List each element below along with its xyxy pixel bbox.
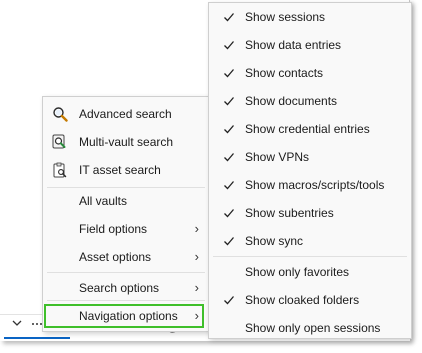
menu-item-show-sessions[interactable]: Show sessions [209, 3, 411, 31]
menu-item-label: Show credential entries [245, 122, 370, 136]
menu-item-search-options[interactable]: Search options › [43, 274, 209, 302]
menu-item-asset-options[interactable]: Asset options › [43, 243, 209, 271]
menu-item-field-options[interactable]: Field options › [43, 215, 209, 243]
menu-item-label: Show sync [245, 234, 304, 248]
multi-vault-search-icon [52, 134, 68, 150]
menu-item-show-only-open-sessions[interactable]: Show only open sessions [209, 314, 411, 342]
magnifier-icon [52, 106, 68, 122]
menu-item-label: Show data entries [245, 38, 342, 52]
menu-separator [213, 256, 407, 257]
menu-item-show-documents[interactable]: Show documents [209, 87, 411, 115]
menu-item-advanced-search[interactable]: Advanced search [43, 100, 209, 128]
menu-item-label: Show subentries [245, 206, 334, 220]
menu-item-label: Show cloaked folders [245, 293, 360, 307]
menu-item-label: Show only open sessions [245, 321, 381, 335]
menu-item-label: Asset options [79, 250, 152, 264]
menu-item-label: Navigation options [79, 309, 178, 323]
menu-item-label: Show contacts [245, 66, 324, 80]
menu-item-show-only-favorites[interactable]: Show only favorites [209, 258, 411, 286]
submenu-arrow-icon: › [194, 280, 199, 295]
menu-item-show-vpns[interactable]: Show VPNs [209, 143, 411, 171]
checkmark-icon [223, 95, 235, 107]
menu-item-label: Show only favorites [245, 265, 350, 279]
menu-item-label: Field options [79, 222, 148, 236]
menu-item-label: Show macros/scripts/tools [245, 178, 385, 192]
menu-item-label: Search options [79, 281, 160, 295]
submenu-arrow-icon: › [194, 249, 199, 264]
menu-item-multi-vault-search[interactable]: Multi-vault search [43, 128, 209, 156]
context-menu: Advanced search Multi-vault search IT as… [42, 96, 210, 332]
checkmark-icon [223, 294, 235, 306]
menu-item-show-data-entries[interactable]: Show data entries [209, 31, 411, 59]
menu-item-label: Multi-vault search [79, 135, 174, 149]
menu-item-show-subentries[interactable]: Show subentries [209, 199, 411, 227]
menu-separator [47, 300, 205, 301]
menu-item-show-macros-scripts-tools[interactable]: Show macros/scripts/tools [209, 171, 411, 199]
menu-item-label: IT asset search [79, 163, 161, 177]
menu-item-show-contacts[interactable]: Show contacts [209, 59, 411, 87]
checkmark-icon [223, 67, 235, 79]
menu-item-show-sync[interactable]: Show sync [209, 227, 411, 255]
menu-item-navigation-options[interactable]: Navigation options › [43, 302, 209, 330]
menu-item-all-vaults[interactable]: All vaults [43, 187, 209, 215]
submenu-arrow-icon: › [194, 308, 199, 323]
navigation-options-submenu: Show sessions Show data entries Show con… [208, 2, 412, 339]
checkmark-icon [223, 123, 235, 135]
checkmark-icon [223, 11, 235, 23]
menu-item-show-credential-entries[interactable]: Show credential entries [209, 115, 411, 143]
checkmark-icon [223, 207, 235, 219]
menu-item-label: Advanced search [79, 107, 172, 121]
menu-item-show-cloaked-folders[interactable]: Show cloaked folders [209, 286, 411, 314]
active-tab-underline [4, 337, 70, 339]
menu-item-label: Show sessions [245, 10, 326, 24]
submenu-arrow-icon: › [194, 221, 199, 236]
menu-item-it-asset-search[interactable]: IT asset search [43, 156, 209, 184]
chevron-down-icon[interactable] [12, 318, 24, 332]
menu-item-label: All vaults [79, 194, 128, 208]
checkmark-icon [223, 235, 235, 247]
menu-separator [47, 272, 205, 273]
clipboard-search-icon [52, 162, 68, 178]
checkmark-icon [223, 39, 235, 51]
menu-item-label: Show documents [245, 94, 338, 108]
menu-item-label: Show VPNs [245, 150, 310, 164]
checkmark-icon [223, 151, 235, 163]
checkmark-icon [223, 179, 235, 191]
